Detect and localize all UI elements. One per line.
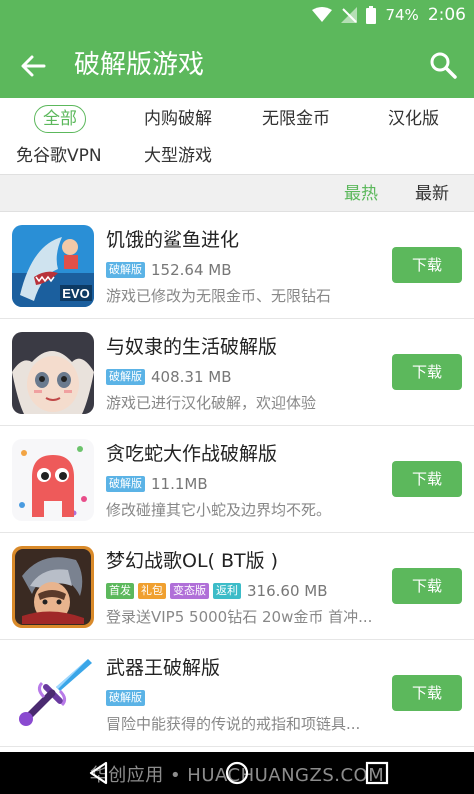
app-list: EVO 饥饿的鲨鱼进化 破解版 152.64 MB 游戏已修改为无限金币、无限钻… — [0, 212, 474, 747]
thumb-label: EVO — [62, 286, 89, 301]
download-button[interactable]: 下载 — [392, 675, 462, 711]
app-toolbar: 破解版游戏 — [0, 32, 474, 98]
back-arrow-icon[interactable] — [18, 51, 48, 81]
tag-badge: 破解版 — [106, 262, 145, 278]
list-item[interactable]: 贪吃蛇大作战破解版 破解版 11.1MB 修改碰撞其它小蛇及边界均不死。 下载 — [0, 426, 474, 533]
tag-badge: 首发 — [106, 583, 134, 599]
download-button[interactable]: 下载 — [392, 247, 462, 283]
app-icon-weapon-king — [12, 653, 94, 735]
sort-bar: 最热 最新 — [0, 174, 474, 212]
status-bar: 74% 2:06 — [0, 0, 474, 32]
app-description: 冒险中能获得的传说的戒指和项链具... — [106, 715, 361, 733]
category-chip-chinese[interactable]: 汉化版 — [388, 107, 439, 131]
category-chip-iap-crack[interactable]: 内购破解 — [144, 107, 212, 131]
app-meta: 破解版 11.1MB — [106, 474, 208, 494]
page-title: 破解版游戏 — [74, 50, 205, 80]
download-button[interactable]: 下载 — [392, 354, 462, 390]
tag-badge: 礼包 — [138, 583, 166, 599]
system-nav-bar: 华创应用 • HUACHUANGZS.COM — [0, 752, 474, 794]
sort-newest[interactable]: 最新 — [415, 183, 449, 205]
app-meta: 首发 礼包 变态版 返利 316.60 MB — [106, 581, 328, 601]
battery-icon — [366, 6, 377, 24]
battery-percent: 74% — [385, 6, 419, 24]
tag-badge: 变态版 — [170, 583, 209, 599]
app-name: 梦幻战歌OL( BT版 ) — [106, 550, 279, 572]
app-icon-snake — [12, 439, 94, 521]
app-description: 修改碰撞其它小蛇及边界均不死。 — [106, 501, 332, 519]
category-chip-large-games[interactable]: 大型游戏 — [144, 144, 212, 168]
wifi-icon — [312, 7, 333, 22]
file-size: 11.1MB — [151, 475, 208, 493]
clock: 2:06 — [427, 5, 466, 25]
status-icons: 74% 2:06 — [312, 5, 466, 25]
list-item[interactable]: EVO 饥饿的鲨鱼进化 破解版 152.64 MB 游戏已修改为无限金币、无限钻… — [0, 212, 474, 319]
app-icon-hungry-shark: EVO — [12, 225, 94, 307]
category-chip-all[interactable]: 全部 — [34, 105, 86, 133]
app-name: 武器王破解版 — [106, 657, 221, 679]
app-icon-dream-battle — [12, 546, 94, 628]
app-meta: 破解版 — [106, 688, 145, 708]
app-meta: 破解版 408.31 MB — [106, 367, 232, 387]
tag-badge: 返利 — [213, 583, 241, 599]
app-meta: 破解版 152.64 MB — [106, 260, 232, 280]
search-icon[interactable] — [428, 50, 458, 80]
app-description: 游戏已修改为无限金币、无限钻石 — [106, 287, 332, 305]
category-chip-no-google-vpn[interactable]: 免谷歌VPN — [16, 144, 102, 168]
tag-badge: 破解版 — [106, 476, 145, 492]
list-item[interactable]: 武器王破解版 破解版 冒险中能获得的传说的戒指和项链具... 下载 — [0, 640, 474, 747]
tag-badge: 破解版 — [106, 369, 145, 385]
file-size: 152.64 MB — [151, 261, 232, 279]
category-chip-unlimited-coins[interactable]: 无限金币 — [262, 107, 330, 131]
app-name: 贪吃蛇大作战破解版 — [106, 443, 278, 465]
app-name: 与奴隶的生活破解版 — [106, 336, 278, 358]
watermark-text: 华创应用 • HUACHUANGZS.COM — [89, 765, 385, 786]
app-description: 游戏已进行汉化破解，欢迎体验 — [106, 394, 317, 412]
category-filters: 全部 内购破解 无限金币 汉化版 免谷歌VPN 大型游戏 — [0, 98, 474, 174]
file-size: 316.60 MB — [247, 582, 328, 600]
no-signal-icon — [341, 7, 358, 23]
file-size: 408.31 MB — [151, 368, 232, 386]
app-description: 登录送VIP5 5000钻石 20w金币 首冲... — [106, 608, 373, 626]
list-item[interactable]: 梦幻战歌OL( BT版 ) 首发 礼包 变态版 返利 316.60 MB 登录送… — [0, 533, 474, 640]
sort-hot[interactable]: 最热 — [344, 183, 378, 205]
list-item[interactable]: 与奴隶的生活破解版 破解版 408.31 MB 游戏已进行汉化破解，欢迎体验 下… — [0, 319, 474, 426]
app-icon-anime-girl — [12, 332, 94, 414]
download-button[interactable]: 下载 — [392, 568, 462, 604]
tag-badge: 破解版 — [106, 690, 145, 706]
app-name: 饥饿的鲨鱼进化 — [106, 229, 240, 251]
download-button[interactable]: 下载 — [392, 461, 462, 497]
